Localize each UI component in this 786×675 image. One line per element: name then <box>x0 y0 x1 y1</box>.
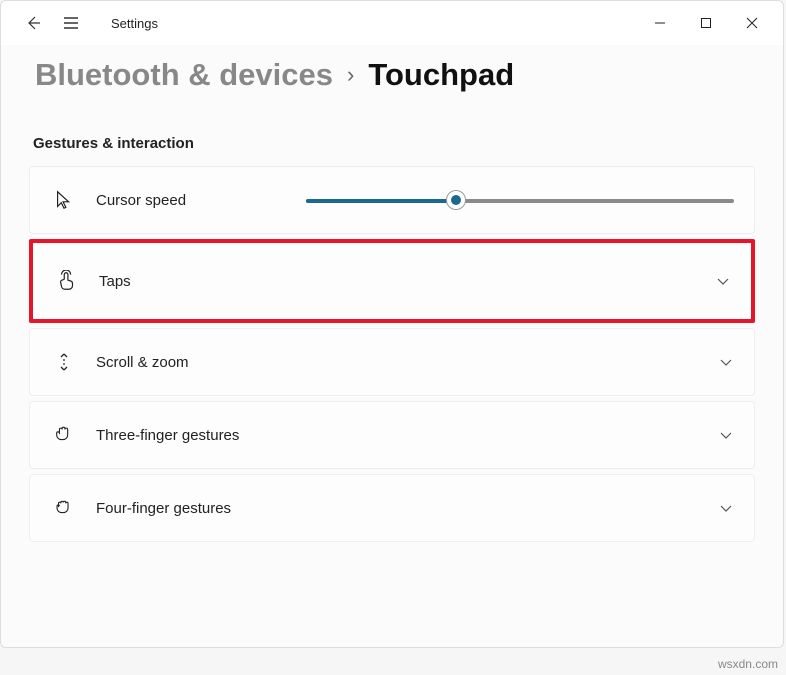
content-area: Bluetooth & devices › Touchpad Gestures … <box>1 45 783 647</box>
back-icon[interactable] <box>23 13 43 33</box>
cursor-speed-slider-wrap <box>186 190 734 210</box>
window-controls <box>637 7 775 39</box>
chevron-right-icon: › <box>347 62 354 88</box>
slider-fill <box>306 199 456 203</box>
row-four-finger[interactable]: Four-finger gestures <box>29 474 755 542</box>
cursor-icon <box>50 189 78 211</box>
breadcrumb: Bluetooth & devices › Touchpad <box>29 45 755 123</box>
four-finger-label: Four-finger gestures <box>96 500 231 517</box>
scroll-zoom-label: Scroll & zoom <box>96 354 189 371</box>
titlebar: Settings <box>1 1 783 45</box>
menu-icon[interactable] <box>61 13 81 33</box>
minimize-button[interactable] <box>637 7 683 39</box>
watermark: wsxdn.com <box>718 657 778 671</box>
breadcrumb-current: Touchpad <box>368 57 514 93</box>
close-button[interactable] <box>729 7 775 39</box>
cursor-speed-slider[interactable] <box>306 190 734 210</box>
row-cursor-speed: Cursor speed <box>29 166 755 234</box>
chevron-down-icon <box>715 273 731 289</box>
settings-window: Settings Bluetooth & devices › Touchpad … <box>0 0 784 648</box>
section-header: Gestures & interaction <box>29 123 755 166</box>
chevron-down-icon <box>718 500 734 516</box>
three-finger-label: Three-finger gestures <box>96 427 239 444</box>
taps-label: Taps <box>99 273 131 290</box>
titlebar-left: Settings <box>9 13 158 33</box>
tap-icon <box>53 270 81 292</box>
slider-thumb[interactable] <box>447 191 465 209</box>
three-finger-icon <box>50 424 78 446</box>
four-finger-icon <box>50 497 78 519</box>
cursor-speed-label: Cursor speed <box>96 192 186 209</box>
scroll-zoom-icon <box>50 351 78 373</box>
row-three-finger[interactable]: Three-finger gestures <box>29 401 755 469</box>
row-taps[interactable]: Taps <box>29 239 755 323</box>
app-title: Settings <box>111 16 158 31</box>
row-scroll-zoom[interactable]: Scroll & zoom <box>29 328 755 396</box>
chevron-down-icon <box>718 427 734 443</box>
chevron-down-icon <box>718 354 734 370</box>
maximize-button[interactable] <box>683 7 729 39</box>
breadcrumb-parent[interactable]: Bluetooth & devices <box>35 57 333 93</box>
